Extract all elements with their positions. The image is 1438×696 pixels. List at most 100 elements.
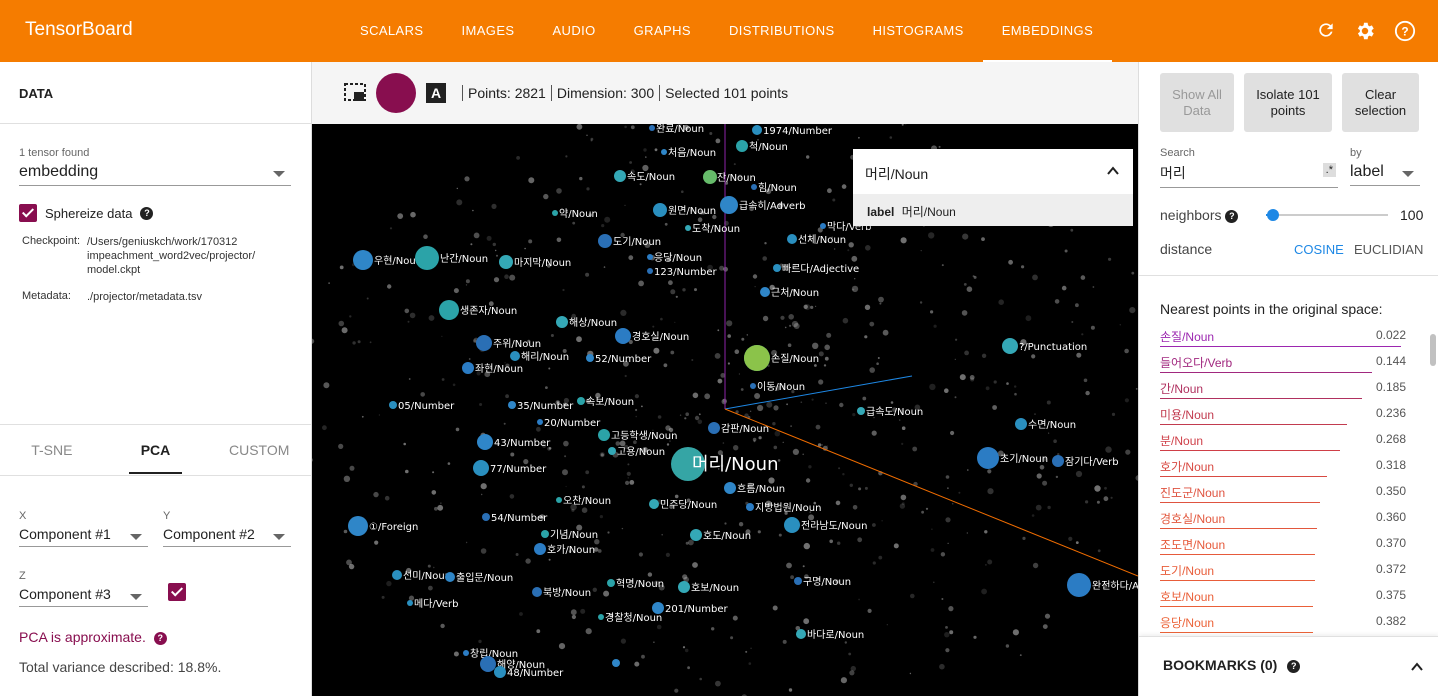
embedding-point[interactable]: [480, 656, 496, 672]
embedding-point[interactable]: [647, 268, 653, 274]
embedding-point[interactable]: [510, 351, 520, 361]
refresh-icon[interactable]: [1316, 20, 1336, 40]
nearest-point-row[interactable]: 미용/Noun 0.236: [1160, 403, 1406, 429]
embedding-point[interactable]: [556, 497, 562, 503]
nearest-point-row[interactable]: 도기/Noun 0.372: [1160, 559, 1406, 585]
nearest-point-row[interactable]: 경호실/Noun 0.360: [1160, 507, 1406, 533]
embedding-point[interactable]: [407, 600, 413, 606]
cosine-button[interactable]: COSINE: [1294, 242, 1344, 257]
embedding-point[interactable]: [508, 401, 516, 409]
embedding-point[interactable]: [678, 581, 690, 593]
embedding-point[interactable]: [473, 460, 489, 476]
embedding-point[interactable]: [348, 516, 368, 536]
z-enable-checkbox[interactable]: [168, 583, 186, 601]
embedding-point[interactable]: [1002, 338, 1018, 354]
help-icon[interactable]: ?: [1394, 20, 1416, 42]
embedding-point[interactable]: [653, 203, 667, 217]
embedding-point[interactable]: [534, 543, 546, 555]
neighbors-slider-thumb[interactable]: [1267, 209, 1280, 221]
night-mode-button[interactable]: [376, 73, 416, 113]
embedding-canvas[interactable]: 완료/Noun 1974/Number 처음/Noun 척/Noun 속도/Noun 잔/…: [312, 124, 1138, 696]
embedding-point[interactable]: [389, 401, 397, 409]
embedding-point[interactable]: [649, 125, 655, 131]
embedding-point[interactable]: [794, 577, 802, 585]
nearest-point-row[interactable]: 호보/Noun 0.375: [1160, 585, 1406, 611]
nearest-highlight-point[interactable]: [703, 170, 717, 184]
embedding-point[interactable]: [1067, 573, 1091, 597]
embedding-point[interactable]: [857, 407, 865, 415]
tab-pca[interactable]: PCA: [104, 425, 208, 475]
embedding-point[interactable]: [690, 529, 702, 541]
neighbors-slider[interactable]: [1266, 209, 1388, 221]
nearest-point-row[interactable]: 호가/Noun 0.318: [1160, 455, 1406, 481]
chevron-up-icon[interactable]: [1411, 662, 1423, 671]
gear-icon[interactable]: [1354, 20, 1376, 42]
show-all-data-button[interactable]: Show All Data: [1160, 73, 1234, 132]
embedding-point[interactable]: [1052, 455, 1064, 467]
embedding-point[interactable]: [977, 447, 999, 469]
embedding-point[interactable]: [577, 397, 585, 405]
embedding-point[interactable]: [439, 300, 459, 320]
search-by-select[interactable]: label: [1350, 163, 1420, 186]
tab-custom[interactable]: CUSTOM: [207, 425, 311, 475]
embedding-point[interactable]: [415, 246, 439, 270]
embedding-point[interactable]: [392, 570, 402, 580]
embedding-point[interactable]: [598, 614, 604, 620]
list-scrollbar[interactable]: [1430, 334, 1436, 366]
nearest-point-row[interactable]: 분/Noun 0.268: [1160, 429, 1406, 455]
tab-tsne[interactable]: T-SNE: [0, 425, 104, 475]
embedding-point[interactable]: [784, 517, 800, 533]
bookmarks-panel[interactable]: BOOKMARKS (0) ?: [1139, 636, 1438, 696]
embedding-point[interactable]: [445, 572, 455, 582]
tab-embeddings[interactable]: EMBEDDINGS: [982, 0, 1113, 62]
embedding-point[interactable]: [750, 383, 756, 389]
clear-selection-button[interactable]: Clear selection: [1342, 73, 1419, 132]
embedding-point[interactable]: [608, 447, 616, 455]
embedding-point[interactable]: [720, 196, 738, 214]
euclidian-button[interactable]: EUCLIDIAN: [1354, 242, 1423, 257]
tab-distributions[interactable]: DISTRIBUTIONS: [710, 0, 854, 62]
embedding-point[interactable]: [499, 255, 513, 269]
embedding-point[interactable]: [647, 254, 653, 260]
tab-images[interactable]: IMAGES: [443, 0, 534, 62]
embedding-point[interactable]: [586, 354, 594, 362]
chevron-up-icon[interactable]: [1107, 166, 1119, 175]
embedding-point[interactable]: [556, 316, 568, 328]
z-component-select[interactable]: Component #3: [19, 586, 148, 607]
nearest-point-row[interactable]: 진도군/Noun 0.350: [1160, 481, 1406, 507]
embedding-point[interactable]: [685, 225, 691, 231]
embedding-point[interactable]: [612, 659, 620, 667]
nearest-point-row[interactable]: 들어오다/Verb 0.144: [1160, 351, 1406, 377]
sphereize-checkbox[interactable]: [19, 204, 37, 222]
nearest-point-row[interactable]: 응당/Noun 0.382: [1160, 611, 1406, 637]
embedding-point[interactable]: [751, 184, 757, 190]
regex-toggle[interactable]: .*: [1322, 163, 1336, 177]
tab-audio[interactable]: AUDIO: [533, 0, 614, 62]
embedding-point[interactable]: [494, 666, 506, 678]
embedding-point[interactable]: [736, 140, 748, 152]
embedding-point[interactable]: [661, 149, 667, 155]
search-input[interactable]: 머리 .*: [1160, 163, 1338, 188]
embedding-point[interactable]: [615, 328, 631, 344]
isolate-points-button[interactable]: Isolate 101 points: [1244, 73, 1332, 132]
nearest-point-row[interactable]: 간/Noun 0.185: [1160, 377, 1406, 403]
tab-histograms[interactable]: HISTOGRAMS: [854, 0, 983, 62]
tab-graphs[interactable]: GRAPHS: [615, 0, 710, 62]
embedding-point[interactable]: [477, 434, 493, 450]
nearest-point-row[interactable]: 손질/Noun 0.022: [1160, 325, 1406, 351]
label-mode-icon[interactable]: A: [426, 83, 446, 103]
help-icon[interactable]: ?: [1225, 209, 1239, 223]
embedding-point[interactable]: [820, 223, 826, 229]
tensor-select[interactable]: embedding: [19, 163, 291, 186]
embedding-point[interactable]: [1015, 418, 1027, 430]
embedding-point[interactable]: [796, 629, 806, 639]
embedding-point[interactable]: [773, 264, 781, 272]
embedding-point[interactable]: [746, 503, 754, 511]
embedding-point[interactable]: [607, 579, 615, 587]
nearest-point-row[interactable]: 조도면/Noun 0.370: [1160, 533, 1406, 559]
select-mode-icon[interactable]: [344, 83, 366, 103]
help-icon[interactable]: ?: [1287, 659, 1301, 673]
embedding-point[interactable]: [463, 650, 469, 656]
tab-scalars[interactable]: SCALARS: [341, 0, 443, 62]
embedding-point[interactable]: [462, 362, 474, 374]
